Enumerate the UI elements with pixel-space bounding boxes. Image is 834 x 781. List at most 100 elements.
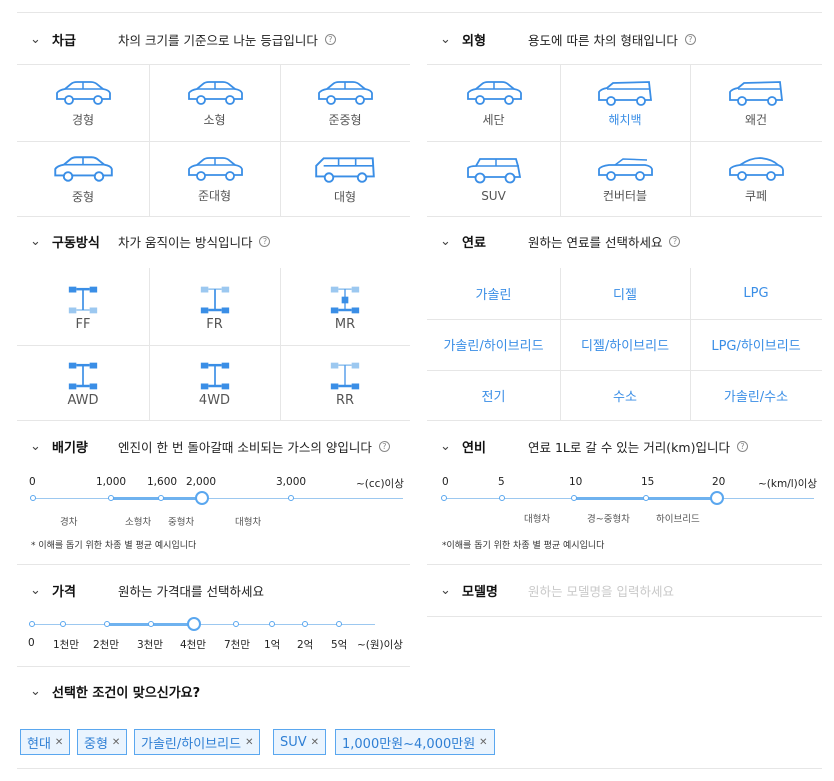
info-icon[interactable]: ? bbox=[378, 441, 390, 452]
info-icon[interactable]: ? bbox=[259, 236, 271, 247]
displacement-section-header[interactable]: ⌄ 배기량 엔진이 한 번 돌아갈때 소비되는 가스의 양입니다 ? bbox=[30, 437, 390, 456]
price-tick: 2천만 bbox=[93, 639, 120, 651]
fuel-option-diesel[interactable]: 디젤 bbox=[560, 268, 690, 319]
price-tick: ~(원)이상 bbox=[357, 639, 403, 651]
fuel-option-hydrogen[interactable]: 수소 bbox=[560, 370, 690, 420]
price-slider-stop[interactable] bbox=[60, 621, 66, 627]
fuel-section-header[interactable]: ⌄ 연료 원하는 연료를 선택하세요 ? bbox=[440, 232, 681, 251]
class-option-small[interactable]: 소형 bbox=[149, 66, 280, 140]
model-section-header[interactable]: ⌄ 모델명 원하는 모델명을 입력하세요 bbox=[440, 581, 674, 600]
close-icon[interactable]: ✕ bbox=[55, 737, 63, 748]
close-icon[interactable]: ✕ bbox=[245, 737, 253, 748]
price-slider-stop[interactable] bbox=[302, 621, 308, 627]
efficiency-slider-stop[interactable] bbox=[643, 495, 649, 501]
fuel-option-electric[interactable]: 전기 bbox=[427, 370, 560, 420]
fuel-option-lpg-hybrid[interactable]: LPG/하이브리드 bbox=[690, 319, 822, 370]
drivetrain-ff-icon bbox=[66, 285, 100, 315]
info-icon[interactable]: ? bbox=[684, 34, 696, 45]
drive-option-rr[interactable]: RR bbox=[280, 348, 410, 420]
info-icon[interactable]: ? bbox=[669, 236, 681, 247]
drive-option-ff[interactable]: FF bbox=[17, 272, 149, 344]
price-tick: 5억 bbox=[331, 639, 348, 651]
fuel-option-gasoline[interactable]: 가솔린 bbox=[427, 268, 560, 319]
class-option-label: 경형 bbox=[71, 112, 95, 127]
info-icon[interactable]: ? bbox=[324, 34, 336, 45]
drive-option-fr[interactable]: FR bbox=[149, 272, 280, 344]
price-slider-stop[interactable] bbox=[336, 621, 342, 627]
displacement-slider-stop[interactable] bbox=[158, 495, 164, 501]
close-icon[interactable]: ✕ bbox=[479, 737, 487, 748]
chevron-down-icon: ⌄ bbox=[440, 32, 451, 47]
displacement-slider-track[interactable] bbox=[33, 498, 403, 499]
price-slider-stop[interactable] bbox=[233, 621, 239, 627]
car-van-icon bbox=[313, 154, 377, 184]
efficiency-slider-handle[interactable] bbox=[710, 491, 724, 505]
price-slider-stop[interactable] bbox=[29, 621, 35, 627]
price-section-header[interactable]: ⌄ 가격 원하는 가격대를 선택하세요 bbox=[30, 581, 264, 600]
class-option-semi-large[interactable]: 준대형 bbox=[149, 142, 280, 216]
fuel-option-label: LPG/하이브리드 bbox=[711, 339, 801, 354]
shape-option-wagon[interactable]: 왜건 bbox=[690, 66, 822, 140]
fuel-option-label: LPG bbox=[743, 286, 769, 301]
fuel-option-lpg[interactable]: LPG bbox=[690, 268, 822, 319]
class-option-semi-mid[interactable]: 준중형 bbox=[280, 66, 410, 140]
shape-section-title: 외형 bbox=[462, 34, 486, 49]
class-option-label: 중형 bbox=[71, 189, 95, 204]
chevron-down-icon: ⌄ bbox=[30, 234, 41, 249]
shape-option-convertible[interactable]: 컨버터블 bbox=[560, 142, 690, 216]
price-slider-stop[interactable] bbox=[148, 621, 154, 627]
car-sedan-icon bbox=[464, 79, 524, 107]
fuel-option-gasoline-hydrogen[interactable]: 가솔린/수소 bbox=[690, 370, 822, 420]
displacement-slider-stop[interactable] bbox=[288, 495, 294, 501]
drive-section-desc: 차가 움직이는 방식입니다 bbox=[118, 235, 253, 250]
info-icon[interactable]: ? bbox=[736, 441, 748, 452]
class-option-light[interactable]: 경형 bbox=[17, 66, 149, 140]
filter-tag[interactable]: 중형 ✕ bbox=[77, 729, 128, 755]
filter-tag-label: 현대 bbox=[27, 736, 51, 752]
filter-tag[interactable]: SUV ✕ bbox=[273, 729, 327, 755]
drive-option-label: FF bbox=[75, 316, 91, 332]
filter-tag[interactable]: 1,000만원~4,000만원 ✕ bbox=[335, 729, 495, 755]
class-option-label: 준중형 bbox=[328, 112, 362, 127]
efficiency-slider-stop[interactable] bbox=[441, 495, 447, 501]
chevron-down-icon: ⌄ bbox=[30, 684, 41, 699]
efficiency-tick: ~(km/l)이상 bbox=[758, 478, 818, 490]
efficiency-slider-stop[interactable] bbox=[571, 495, 577, 501]
efficiency-slider-stop[interactable] bbox=[499, 495, 505, 501]
shape-option-suv[interactable]: SUV bbox=[427, 142, 560, 216]
car-suv-icon bbox=[464, 155, 524, 185]
model-name-input[interactable]: 원하는 모델명을 입력하세요 bbox=[528, 581, 674, 600]
car-sedan-icon bbox=[185, 79, 245, 107]
efficiency-tick: 5 bbox=[498, 476, 505, 488]
close-icon[interactable]: ✕ bbox=[311, 737, 319, 748]
fuel-option-diesel-hybrid[interactable]: 디젤/하이브리드 bbox=[560, 319, 690, 370]
filter-tag[interactable]: 현대 ✕ bbox=[20, 729, 71, 755]
filter-tag[interactable]: 가솔린/하이브리드 ✕ bbox=[134, 729, 261, 755]
shape-option-label: 세단 bbox=[482, 112, 505, 127]
shape-option-sedan[interactable]: 세단 bbox=[427, 66, 560, 140]
price-slider-track[interactable] bbox=[33, 624, 375, 625]
class-section-header[interactable]: ⌄ 차급 차의 크기를 기준으로 나눈 등급입니다 ? bbox=[30, 30, 336, 49]
shape-section-header[interactable]: ⌄ 외형 용도에 따른 차의 형태입니다 ? bbox=[440, 30, 696, 49]
displacement-slider-stop[interactable] bbox=[30, 495, 36, 501]
close-icon[interactable]: ✕ bbox=[112, 737, 120, 748]
price-slider-stop[interactable] bbox=[104, 621, 110, 627]
shape-option-coupe[interactable]: 쿠페 bbox=[690, 142, 822, 216]
drivetrain-rr-icon bbox=[328, 361, 362, 391]
summary-header[interactable]: ⌄ 선택한 조건이 맞으신가요? bbox=[30, 682, 200, 701]
displacement-slider-handle[interactable] bbox=[195, 491, 209, 505]
fuel-option-gasoline-hybrid[interactable]: 가솔린/하이브리드 bbox=[427, 319, 560, 370]
displacement-slider-stop[interactable] bbox=[108, 495, 114, 501]
drive-section-header[interactable]: ⌄ 구동방식 차가 움직이는 방식입니다 ? bbox=[30, 232, 271, 251]
efficiency-section-header[interactable]: ⌄ 연비 연료 1L로 갈 수 있는 거리(km)입니다 ? bbox=[440, 437, 748, 456]
drive-option-awd[interactable]: AWD bbox=[17, 348, 149, 420]
drive-option-4wd[interactable]: 4WD bbox=[149, 348, 280, 420]
class-option-label: 소형 bbox=[203, 112, 226, 127]
price-slider-handle[interactable] bbox=[187, 617, 201, 631]
shape-option-hatchback[interactable]: 해치백 bbox=[560, 66, 690, 140]
car-sedan-icon bbox=[51, 154, 115, 184]
class-option-mid[interactable]: 중형 bbox=[17, 142, 149, 216]
drive-option-mr[interactable]: MR bbox=[280, 272, 410, 344]
class-option-large[interactable]: 대형 bbox=[280, 142, 410, 216]
price-slider-stop[interactable] bbox=[269, 621, 275, 627]
